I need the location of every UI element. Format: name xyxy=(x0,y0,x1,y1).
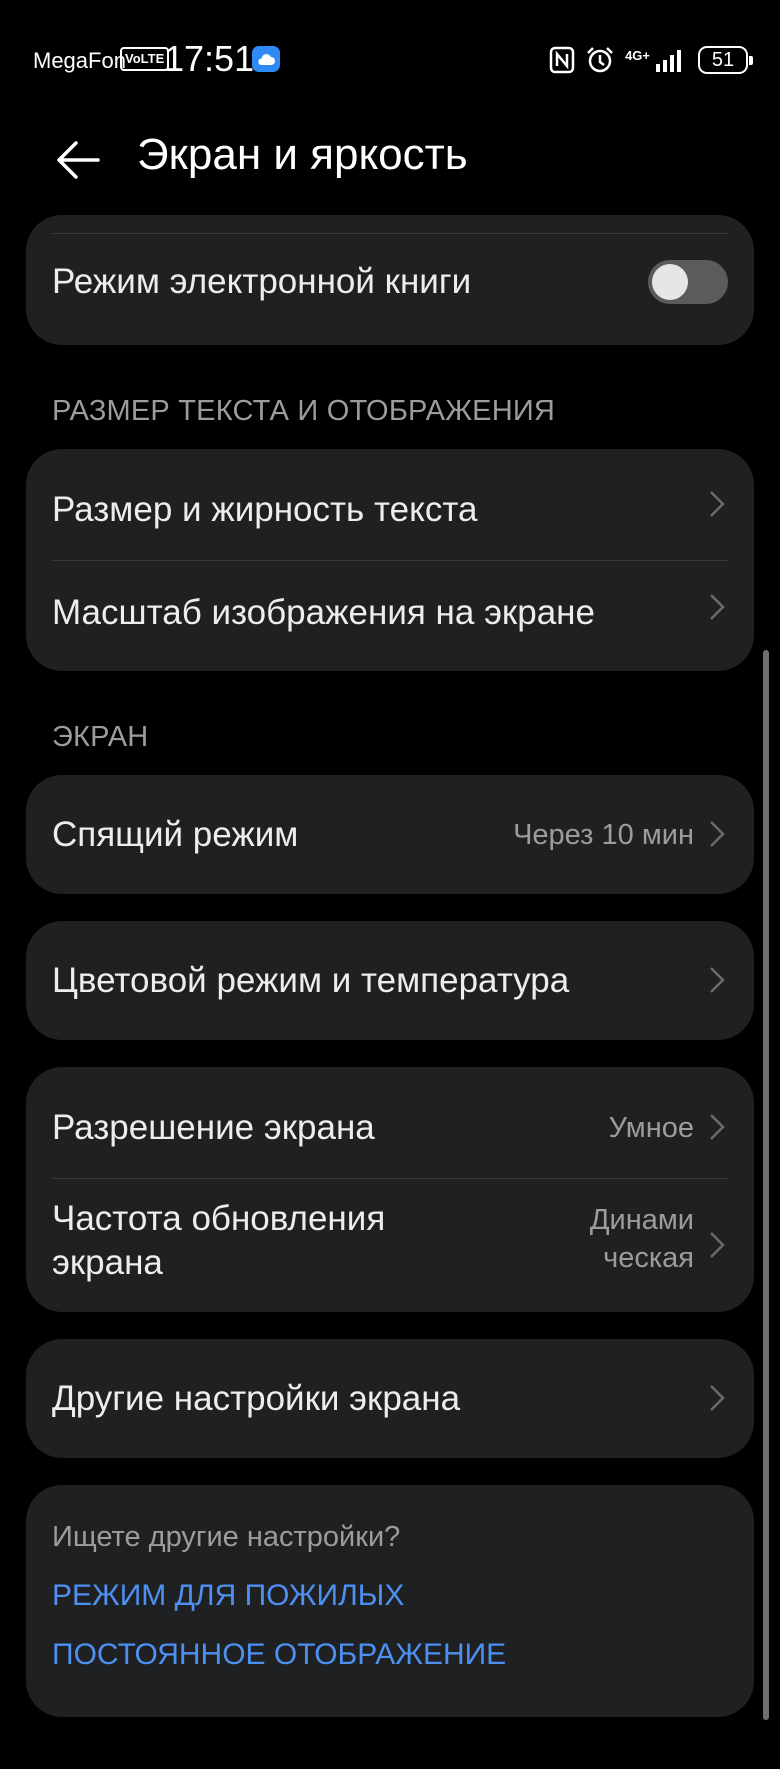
section-title-text-display: РАЗМЕР ТЕКСТА И ОТОБРАЖЕНИЯ xyxy=(52,395,556,427)
chevron-right-icon xyxy=(710,491,725,517)
resolution-refresh-card: Разрешение экрана Умное Частота обновлен… xyxy=(26,1067,754,1312)
other-settings-card: Другие настройки экрана xyxy=(26,1339,754,1458)
app-header: Экран и яркость xyxy=(0,120,780,220)
chevron-right-icon xyxy=(710,821,725,847)
section-title-screen: ЭКРАН xyxy=(52,721,149,753)
chevron-right-icon xyxy=(710,967,725,993)
always-on-display-link[interactable]: ПОСТОЯННОЕ ОТОБРАЖЕНИЕ xyxy=(52,1638,506,1672)
carrier-name: MegaFon xyxy=(33,48,126,73)
other-settings-row[interactable]: Другие настройки экрана xyxy=(26,1339,754,1458)
battery-indicator: 51 xyxy=(698,46,753,74)
page-title: Экран и яркость xyxy=(137,130,468,179)
suggestions-card: Ищете другие настройки? РЕЖИМ ДЛЯ ПОЖИЛЫ… xyxy=(26,1485,754,1717)
ebook-mode-toggle[interactable] xyxy=(648,260,728,304)
status-icons: 4G+ 51 xyxy=(549,44,753,76)
signal-icon xyxy=(656,50,681,72)
sleep-mode-label: Спящий режим xyxy=(52,815,299,854)
sleep-mode-row[interactable]: Спящий режим Через 10 мин xyxy=(26,775,754,894)
text-size-label: Размер и жирность текста xyxy=(52,490,478,529)
text-display-card: Размер и жирность текста Масштаб изображ… xyxy=(26,449,754,671)
network-type: 4G+ xyxy=(625,47,650,63)
refresh-rate-value: Динами ческая xyxy=(590,1201,694,1277)
sleep-card: Спящий режим Через 10 мин xyxy=(26,775,754,894)
ebook-card: Режим электронной книги xyxy=(26,215,754,345)
refresh-rate-row[interactable]: Частота обновления экрана Динами ческая xyxy=(26,1178,754,1312)
resolution-row[interactable]: Разрешение экрана Умное xyxy=(26,1067,754,1178)
back-arrow-icon[interactable] xyxy=(52,134,104,186)
toggle-knob xyxy=(652,264,688,300)
color-card: Цветовой режим и температура xyxy=(26,921,754,1040)
chevron-right-icon xyxy=(710,1232,725,1258)
color-mode-label: Цветовой режим и температура xyxy=(52,961,570,1000)
display-scale-label: Масштаб изображения на экране xyxy=(52,593,595,632)
chevron-right-icon xyxy=(710,1114,725,1140)
status-bar: MegaFon VoLTE 17:51 4G+ 51 xyxy=(0,0,780,120)
resolution-value: Умное xyxy=(608,1112,694,1144)
suggestions-prompt: Ищете другие настройки? xyxy=(52,1521,401,1553)
sleep-mode-value: Через 10 мин xyxy=(513,819,694,851)
resolution-label: Разрешение экрана xyxy=(52,1108,375,1147)
ebook-mode-label: Режим электронной книги xyxy=(52,262,472,301)
scrollbar[interactable] xyxy=(763,650,769,1720)
refresh-rate-label-line1: Частота обновления xyxy=(52,1199,386,1238)
chevron-right-icon xyxy=(710,594,725,620)
refresh-rate-label-line2: экрана xyxy=(52,1243,163,1282)
refresh-rate-value-line1: Динами xyxy=(589,1204,694,1236)
volte-badge: VoLTE xyxy=(120,47,170,71)
display-scale-row[interactable]: Масштаб изображения на экране xyxy=(26,560,754,671)
nfc-icon xyxy=(549,46,575,74)
status-time: 17:51 xyxy=(164,38,255,79)
other-settings-label: Другие настройки экрана xyxy=(52,1379,461,1418)
cloud-icon xyxy=(252,46,280,72)
chevron-right-icon xyxy=(710,1385,725,1411)
ebook-mode-row[interactable]: Режим электронной книги xyxy=(26,215,754,345)
refresh-rate-label: Частота обновления экрана xyxy=(52,1197,385,1285)
alarm-icon xyxy=(587,47,613,73)
elderly-mode-link[interactable]: РЕЖИМ ДЛЯ ПОЖИЛЫХ xyxy=(52,1579,404,1613)
refresh-rate-value-line2: ческая xyxy=(603,1242,694,1274)
color-mode-row[interactable]: Цветовой режим и температура xyxy=(26,921,754,1040)
text-size-row[interactable]: Размер и жирность текста xyxy=(26,449,754,560)
